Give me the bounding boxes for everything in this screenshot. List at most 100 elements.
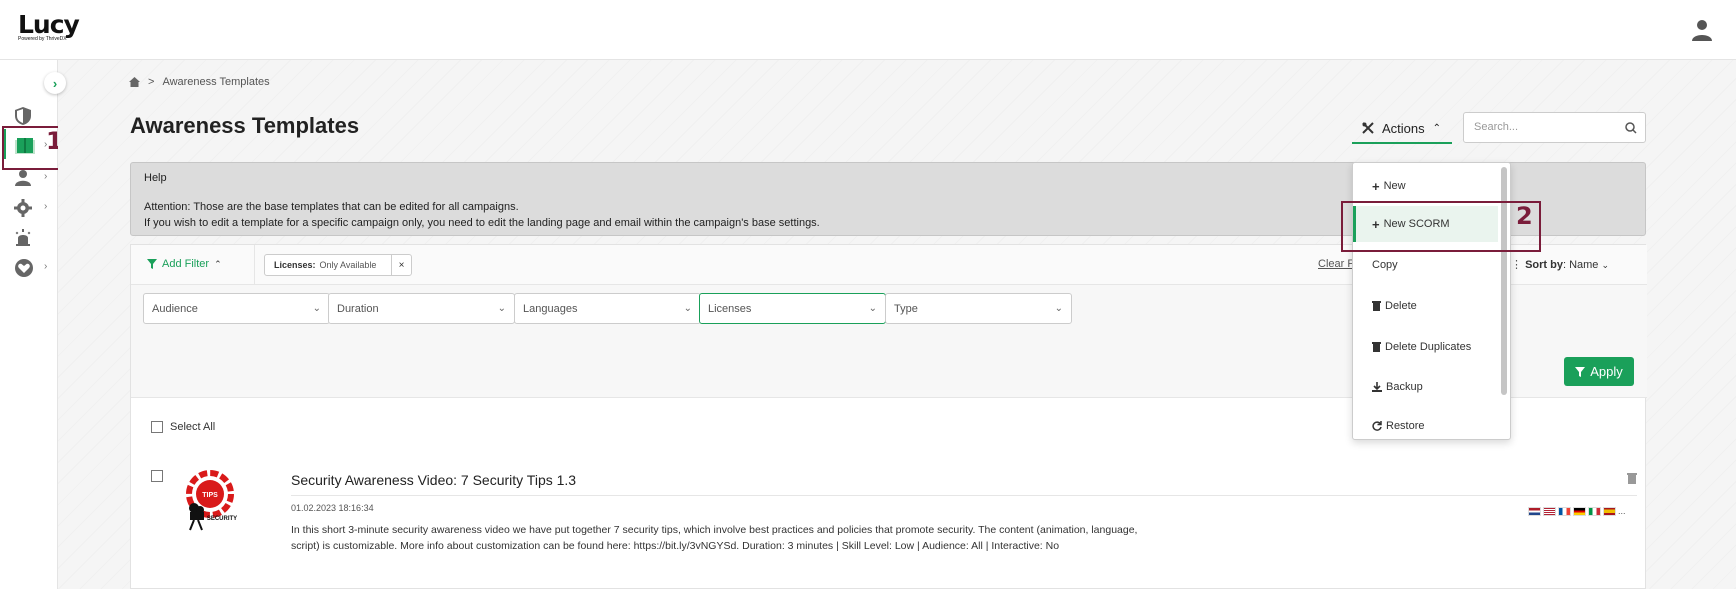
sort-label: Sort by	[1525, 259, 1563, 271]
menu-item-label: Copy	[1372, 259, 1398, 271]
trash-icon	[1372, 301, 1381, 311]
template-list-item: TIPS SECURITY Security Awareness Video: …	[131, 455, 1647, 589]
gear-icon	[14, 199, 32, 217]
chevron-down-icon: ⌄	[312, 303, 321, 314]
chevron-down-icon: ⌄	[497, 303, 506, 314]
trash-icon	[1372, 342, 1381, 352]
chevron-right-icon: ›	[44, 201, 48, 212]
clear-filter-link[interactable]: Clear F	[1318, 258, 1354, 270]
menu-item-restore[interactable]: Restore	[1353, 411, 1498, 439]
sidebar-item-security[interactable]	[14, 104, 54, 128]
item-title[interactable]: Security Awareness Video: 7 Security Tip…	[291, 472, 576, 488]
heart-circle-icon	[15, 259, 33, 277]
audience-dropdown[interactable]: Audience ⌄	[143, 293, 330, 324]
tips-thumbnail-image[interactable]: TIPS SECURITY	[178, 470, 240, 532]
type-dropdown[interactable]: Type ⌄	[885, 293, 1072, 324]
duration-dropdown[interactable]: Duration ⌄	[328, 293, 515, 324]
flag-nl-icon	[1528, 506, 1541, 516]
menu-item-delete-duplicates[interactable]: Delete Duplicates	[1353, 332, 1498, 362]
chip-key: Licenses:	[274, 260, 316, 270]
dropdown-label: Audience	[152, 303, 198, 315]
flag-de-icon	[1573, 506, 1586, 516]
menu-item-backup[interactable]: Backup	[1353, 372, 1498, 402]
item-divider	[291, 495, 1637, 496]
flag-fr-icon	[1558, 506, 1571, 516]
menu-item-label: Delete Duplicates	[1385, 341, 1472, 353]
apply-label: Apply	[1590, 364, 1623, 379]
sidebar-item-alerts[interactable]	[14, 226, 54, 250]
actions-button[interactable]: Actions ⌃	[1352, 114, 1452, 144]
select-all-label: Select All	[170, 421, 216, 433]
flag-it-icon	[1588, 506, 1601, 516]
menu-item-delete[interactable]: Delete	[1353, 291, 1498, 321]
menu-item-label: Delete	[1385, 300, 1417, 312]
breadcrumb: > Awareness Templates	[129, 76, 270, 88]
chevron-down-icon: ⌄	[683, 303, 692, 314]
filter-separator	[254, 245, 255, 285]
chevron-down-icon: ⌄	[1054, 303, 1063, 314]
sidebar-item-support[interactable]: ›	[14, 256, 54, 280]
search-icon[interactable]	[1625, 122, 1637, 134]
chip-remove-button[interactable]: ×	[391, 255, 411, 275]
item-description: In this short 3-minute security awarenes…	[291, 524, 1138, 552]
thumb-top-text: TIPS	[202, 492, 218, 499]
flag-es-icon	[1603, 506, 1616, 516]
chevron-down-icon: ⌄	[868, 303, 877, 314]
item-checkbox[interactable]	[151, 470, 163, 482]
more-flags[interactable]: ...	[1618, 506, 1626, 516]
select-all-checkbox[interactable]	[151, 421, 163, 433]
sort-by-dropdown[interactable]: ⋮ Sort by: Name ⌄	[1511, 258, 1609, 271]
tools-icon	[1362, 122, 1374, 134]
user-group-icon	[15, 170, 31, 186]
menu-item-label: Backup	[1386, 381, 1423, 393]
apply-button[interactable]: Apply	[1564, 357, 1634, 386]
select-all[interactable]: Select All	[151, 421, 215, 433]
user-icon[interactable]	[1690, 18, 1714, 42]
refresh-icon	[1372, 421, 1382, 431]
chevron-right-icon: ›	[44, 171, 48, 182]
language-flags: ...	[1528, 506, 1626, 516]
dropdown-label: Duration	[337, 303, 379, 315]
chevron-up-icon: ⌃	[214, 258, 222, 269]
search-placeholder: Search...	[1474, 121, 1519, 133]
licenses-dropdown[interactable]: Licenses ⌄	[699, 293, 886, 324]
nav-expand-toggle[interactable]: ›	[44, 72, 66, 94]
filter-chip-licenses: Licenses: Only Available ×	[264, 254, 412, 276]
search-input[interactable]: Search...	[1463, 112, 1646, 143]
logo-text: Lucy	[18, 10, 80, 39]
add-filter-button[interactable]: Add Filter ⌃	[147, 258, 222, 270]
breadcrumb-separator: >	[148, 76, 155, 88]
breadcrumb-current: Awareness Templates	[162, 76, 270, 88]
download-icon	[1372, 382, 1382, 392]
chevron-right-icon: ›	[44, 261, 48, 272]
menu-item-new[interactable]: + New	[1353, 171, 1498, 201]
home-icon[interactable]	[129, 77, 140, 87]
item-date: 01.02.2023 18:16:34	[291, 503, 374, 513]
alarm-icon	[15, 229, 31, 246]
menu-item-label: New	[1383, 180, 1406, 192]
chip-value: Only Available	[319, 260, 377, 270]
chevron-down-icon: ⌄	[1601, 260, 1610, 270]
annotation-box-2	[1341, 201, 1541, 252]
filter-icon	[1575, 366, 1586, 377]
menu-item-label: Restore	[1386, 420, 1425, 432]
page-title: Awareness Templates	[130, 113, 360, 138]
shield-icon	[15, 107, 31, 125]
plus-icon: +	[1372, 178, 1380, 194]
chevron-up-icon: ⌃	[1432, 122, 1442, 134]
trash-icon[interactable]	[1627, 472, 1637, 484]
annotation-number-2: 2	[1516, 202, 1533, 230]
dropdown-label: Languages	[523, 303, 578, 315]
dropdown-label: Type	[894, 303, 918, 315]
flag-us-icon	[1543, 506, 1556, 516]
menu-item-copy[interactable]: Copy	[1353, 250, 1498, 280]
lucy-logo[interactable]: Lucy Powered by ThriveDX	[18, 10, 80, 43]
thumb-bottom-text: SECURITY	[207, 516, 237, 522]
sidebar-item-settings[interactable]: ›	[14, 196, 54, 220]
sort-value: : Name	[1562, 259, 1599, 271]
filter-icon	[147, 259, 157, 269]
add-filter-label: Add Filter	[162, 258, 210, 270]
sort-icon: ⋮	[1511, 259, 1522, 271]
actions-label: Actions	[1382, 120, 1425, 136]
languages-dropdown[interactable]: Languages ⌄	[514, 293, 701, 324]
